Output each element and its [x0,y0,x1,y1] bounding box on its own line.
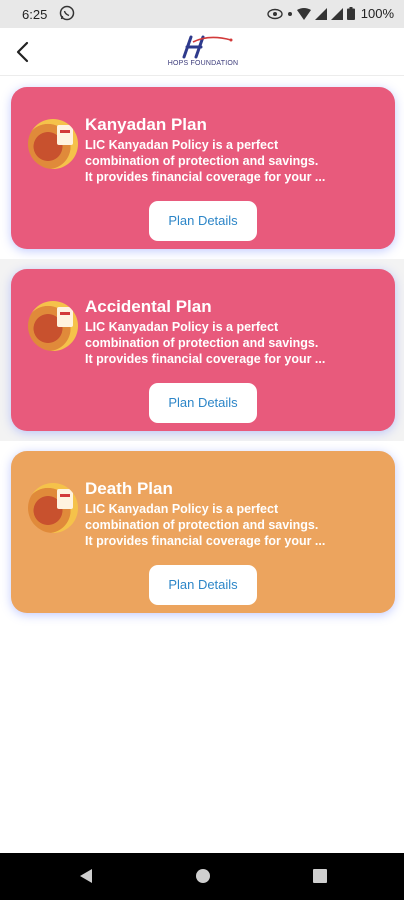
plan-image [28,301,78,351]
plan-details-button[interactable]: Plan Details [149,201,257,241]
battery-percent: 100% [360,6,394,21]
signal-icon-2 [330,7,343,20]
plan-details-button[interactable]: Plan Details [149,565,257,605]
plan-image [28,483,78,533]
nav-home-icon[interactable] [195,868,211,889]
plan-card-accidental[interactable]: Accidental Plan LIC Kanyadan Policy is a… [11,269,395,431]
plan-description: LIC Kanyadan Policy is a perfect combina… [85,138,326,184]
back-arrow-icon [16,41,29,63]
app-bar: HOPS FOUNDATION [0,28,404,76]
signal-icon [314,7,327,20]
plan-description: LIC Kanyadan Policy is a perfect combina… [85,320,326,366]
app-logo: HOPS FOUNDATION [163,32,243,72]
plan-row: Accidental Plan LIC Kanyadan Policy is a… [0,259,404,441]
eye-icon [267,8,283,20]
status-icons: 100% [267,6,394,21]
plan-details-button[interactable]: Plan Details [149,383,257,423]
whatsapp-icon [59,5,75,21]
status-time: 6:25 [22,7,48,22]
nav-back-icon[interactable] [78,868,94,889]
status-bar: 6:25 100% [0,0,404,28]
plan-card-kanyadan[interactable]: Kanyadan Plan LIC Kanyadan Policy is a p… [11,87,395,249]
plan-title: Kanyadan Plan [85,115,207,134]
plan-row: Kanyadan Plan LIC Kanyadan Policy is a p… [0,77,404,259]
plan-description: LIC Kanyadan Policy is a perfect combina… [85,502,326,548]
plan-title: Death Plan [85,479,173,498]
dot-icon [287,11,293,17]
plan-card-death[interactable]: Death Plan LIC Kanyadan Policy is a perf… [11,451,395,613]
system-nav-bar [0,853,404,900]
wifi-icon [296,7,311,20]
plan-title: Accidental Plan [85,297,212,316]
logo-text: HOPS FOUNDATION [167,60,239,67]
battery-icon [346,7,355,20]
plan-row: Death Plan LIC Kanyadan Policy is a perf… [0,441,404,623]
logo-mark-icon [182,35,233,59]
back-button[interactable] [10,38,38,66]
nav-recents-icon[interactable] [312,868,328,889]
plan-image [28,119,78,169]
